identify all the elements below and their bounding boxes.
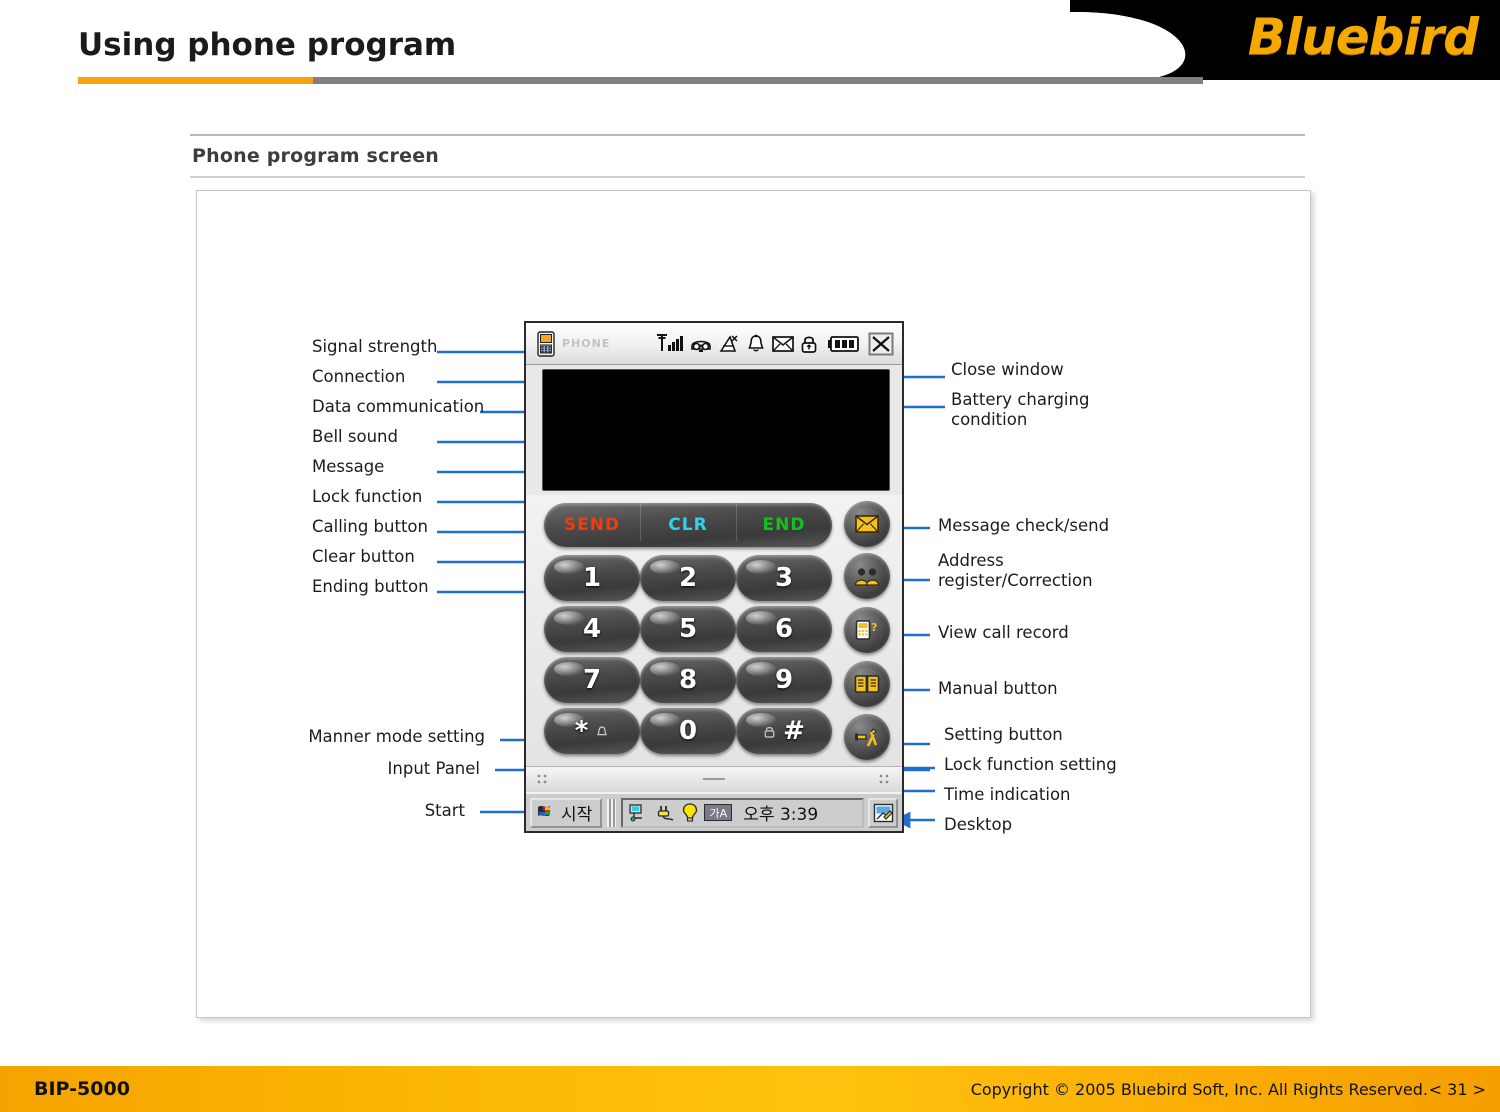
callout-message: Message [312,457,385,476]
input-panel-grip-right [879,774,889,784]
callout-bell-sound: Bell sound [312,427,398,446]
callout-ending-button: Ending button [312,577,429,596]
contacts-icon [854,568,880,586]
callout-desktop: Desktop [944,815,1013,834]
callout-data-communication: Data communication [312,397,485,416]
phone-display-screen [542,369,890,491]
key-9[interactable]: 9 [736,657,832,703]
callout-calling-button: Calling button [312,517,428,536]
input-panel-grip-left [537,774,547,784]
phone-program-window: PHONE SEND CLR END 1 2 3 4 5 6 7 8 9 * 0… [524,321,904,833]
callout-connection: Connection [312,367,406,386]
page-footer: BIP-5000 Copyright © 2005 Bluebird Soft,… [0,1066,1500,1112]
start-button[interactable]: 시작 [530,797,603,828]
input-panel[interactable] [526,766,902,792]
taskbar-clock[interactable]: 오후 3:39 [743,800,818,825]
key-star[interactable]: * [544,708,640,754]
window-title-bar: PHONE [526,323,902,365]
callout-message-check-send: Message check/send [938,516,1110,535]
key-3[interactable]: 3 [736,555,832,601]
callout-input-panel: Input Panel [387,759,480,778]
tools-icon [855,728,878,747]
battery-icon [827,334,861,354]
address-register-button[interactable] [844,553,890,599]
key-8[interactable]: 8 [640,657,736,703]
key-5[interactable]: 5 [640,606,736,652]
close-window-icon[interactable] [868,332,894,356]
lock-icon [799,333,819,355]
callout-close-window: Close window [951,360,1064,379]
callout-manual-button: Manual button [938,679,1058,698]
system-tray: 가A 오후 3:39 [621,797,864,828]
end-key[interactable]: END [736,501,832,541]
callout-address-register-correction: Address register/Correction [938,551,1093,590]
key-7[interactable]: 7 [544,657,640,703]
function-key-row: SEND CLR END [544,501,832,547]
input-panel-handle [703,778,725,780]
taskbar: 시작 가A 오후 3:39 [526,792,902,831]
lock-icon [763,716,776,746]
key-0[interactable]: 0 [640,708,736,754]
callout-battery-charging-condition: Battery charging condition [951,390,1090,429]
phone-app-icon [536,330,556,357]
manner-mode-bell-icon [595,716,609,746]
callout-lock-function: Lock function [312,487,423,506]
message-check-send-button[interactable] [844,501,890,547]
setting-button[interactable] [844,714,890,760]
window-title-text: PHONE [562,337,611,350]
connection-icon [689,333,713,355]
envelope-icon [855,515,879,533]
call-record-icon: ? [855,620,877,640]
callout-lock-function-setting: Lock function setting [944,755,1117,774]
start-button-label: 시작 [561,805,593,825]
bell-sound-icon [745,333,767,355]
desktop-button[interactable] [868,797,898,828]
clear-key[interactable]: CLR [640,501,736,541]
send-key[interactable]: SEND [544,515,640,535]
key-2[interactable]: 2 [640,555,736,601]
key-hash[interactable]: # [736,708,832,754]
callout-view-call-record: View call record [938,623,1069,642]
callout-signal-strength: Signal strength [312,337,438,356]
key-6[interactable]: 6 [736,606,832,652]
footer-page-number: < 31 > [1428,1080,1486,1099]
taskbar-grip[interactable] [607,798,617,827]
ime-indicator-icon[interactable]: 가A [704,804,733,821]
manual-button[interactable] [844,661,890,707]
keypad-area: SEND CLR END 1 2 3 4 5 6 7 8 9 * 0 # ? [526,495,902,766]
callout-manner-mode-setting: Manner mode setting [308,727,485,746]
start-flag-icon [538,805,550,816]
callout-time-indication: Time indication [944,785,1071,804]
signal-strength-icon [655,333,685,355]
network-icon[interactable] [629,803,649,822]
footer-copyright: Copyright © 2005 Bluebird Soft, Inc. All… [970,1080,1428,1099]
key-4[interactable]: 4 [544,606,640,652]
light-bulb-icon[interactable] [681,802,699,823]
manual-book-icon [854,675,880,693]
power-plug-icon[interactable] [654,804,676,822]
footer-model: BIP-5000 [34,1078,130,1100]
key-1[interactable]: 1 [544,555,640,601]
svg-text:?: ? [871,621,877,634]
data-communication-icon [717,333,741,355]
view-call-record-button[interactable]: ? [844,607,890,653]
callout-setting-button: Setting button [944,725,1063,744]
callout-clear-button: Clear button [312,547,415,566]
callout-start: Start [424,801,465,820]
message-icon [771,334,795,354]
desktop-icon [873,803,893,822]
